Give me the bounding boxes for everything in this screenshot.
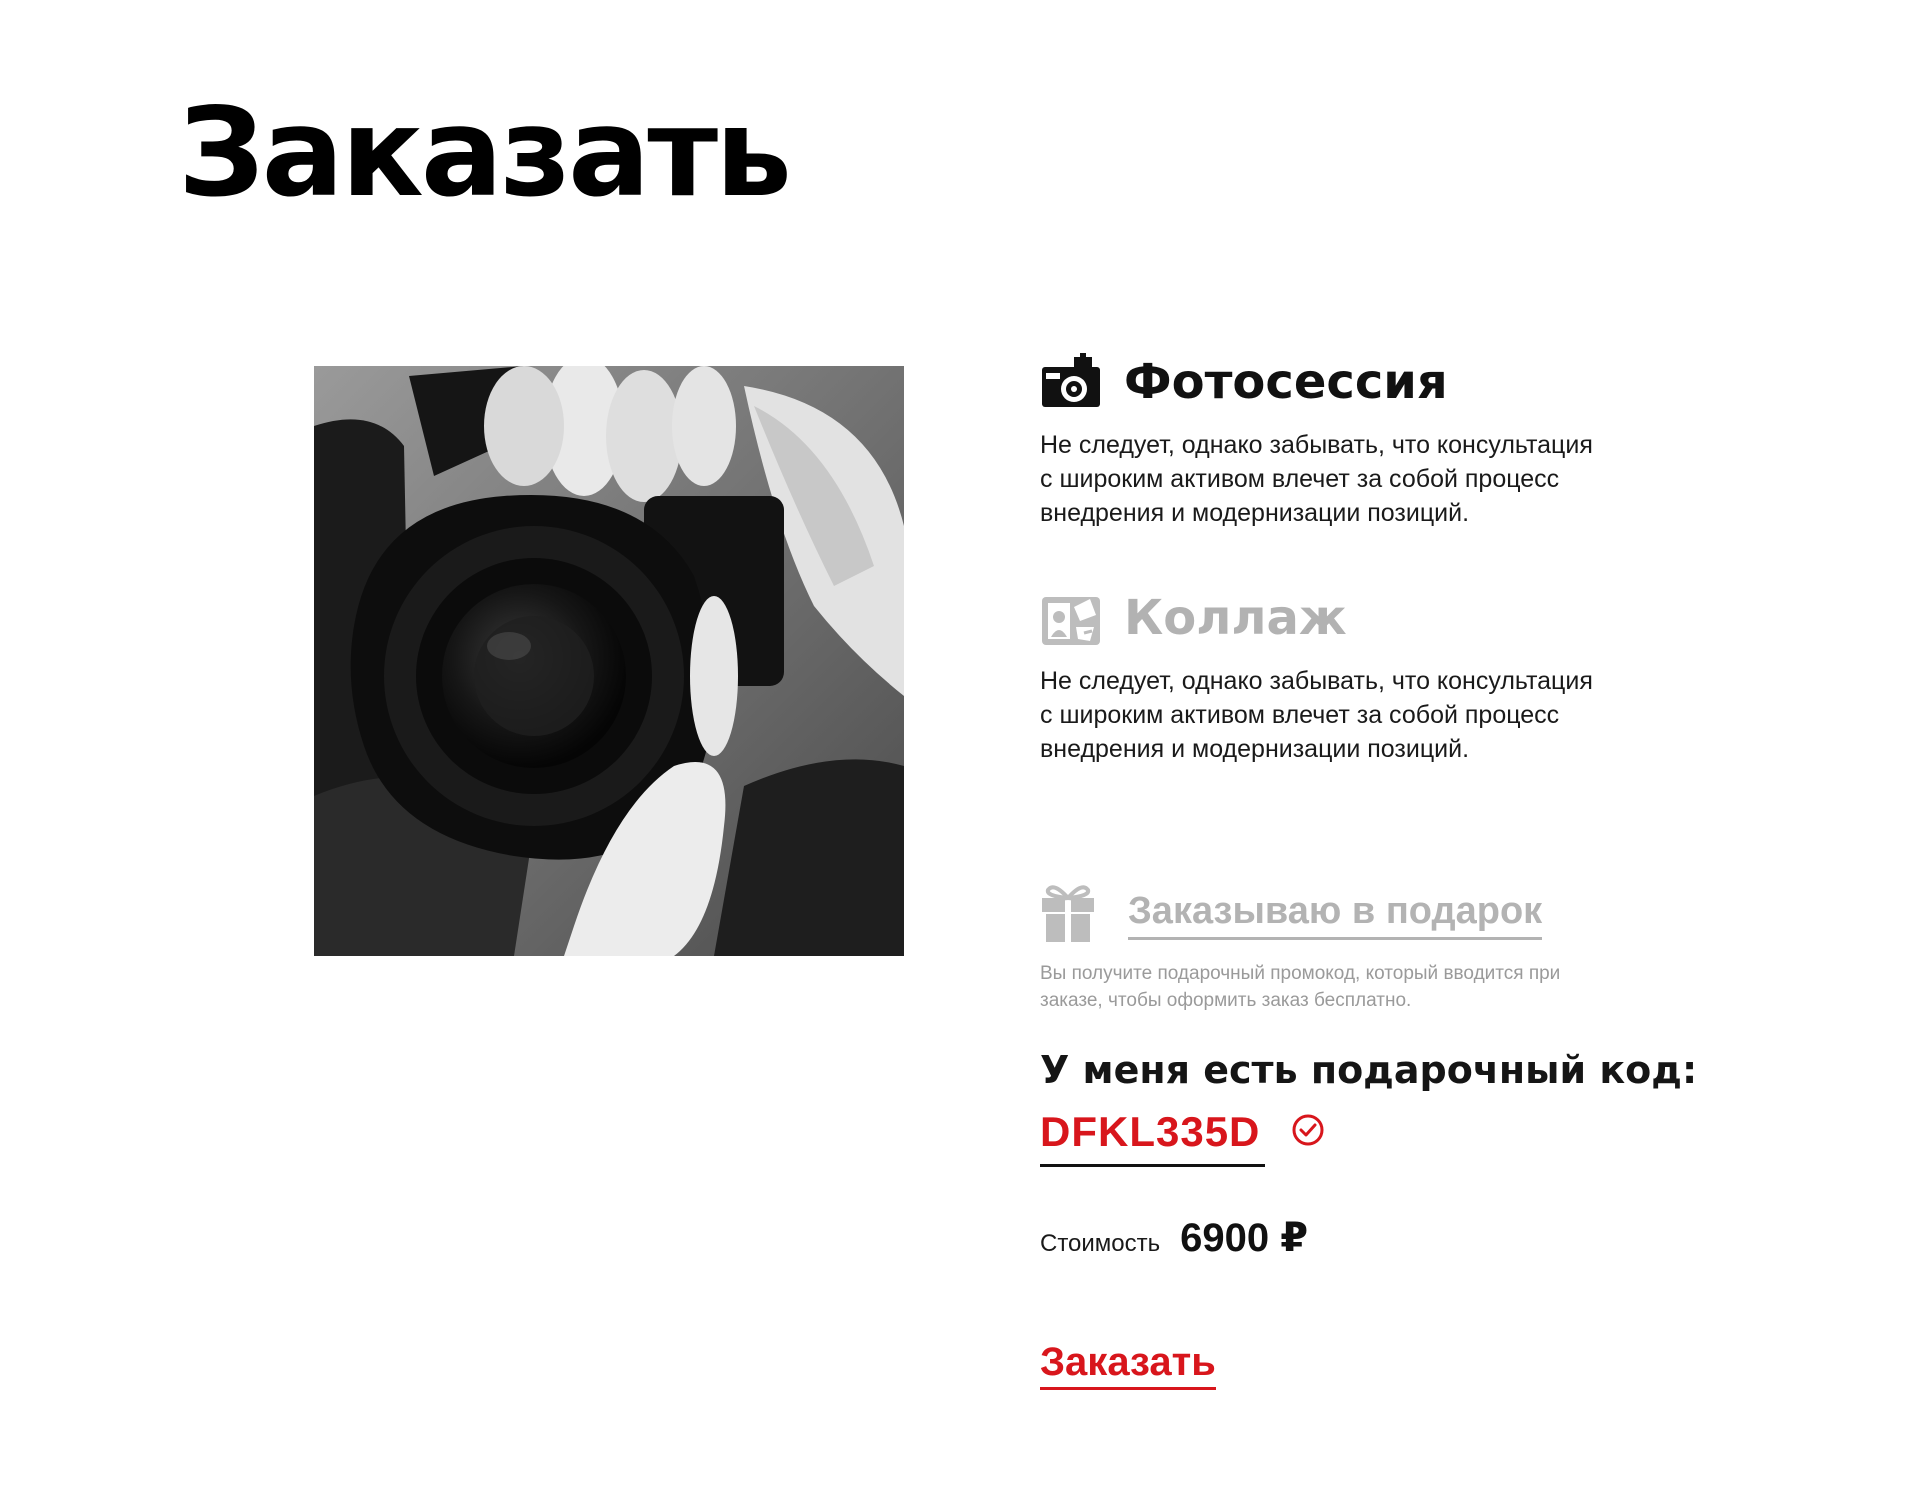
promo-title: У меня есть подарочный код: (1040, 1048, 1698, 1092)
gift-toggle[interactable]: Заказываю в подарок (1040, 880, 1543, 949)
page-title: Заказать (178, 82, 792, 224)
gift-label: Заказываю в подарок (1128, 890, 1543, 940)
photographer-image (314, 366, 904, 956)
collage-icon (1040, 587, 1102, 649)
price-value: 6900 ₽ (1180, 1216, 1309, 1260)
promo-code-field[interactable]: DFKL335D (1040, 1108, 1325, 1167)
camera-icon (1040, 351, 1102, 413)
option-title: Фотосессия (1124, 354, 1448, 410)
option-title: Коллаж (1124, 590, 1347, 646)
option-description: Не следует, однако забывать, что консуль… (1040, 431, 1593, 527)
price-label: Стоимость (1040, 1230, 1161, 1257)
order-button[interactable]: Заказать (1040, 1340, 1216, 1390)
option-photoshoot[interactable]: Фотосессия Не следует, однако забывать, … (1040, 350, 1600, 530)
gift-icon (1040, 880, 1096, 949)
option-description: Не следует, однако забывать, что консуль… (1040, 667, 1593, 763)
promo-code-input[interactable]: DFKL335D (1040, 1108, 1265, 1167)
option-collage[interactable]: Коллаж Не следует, однако забывать, что … (1040, 586, 1600, 766)
check-circle-icon (1291, 1113, 1325, 1152)
gift-note: Вы получите подарочный промокод, который… (1040, 963, 1561, 1011)
price-row: Стоимость 6900 ₽ (1040, 1215, 1308, 1261)
